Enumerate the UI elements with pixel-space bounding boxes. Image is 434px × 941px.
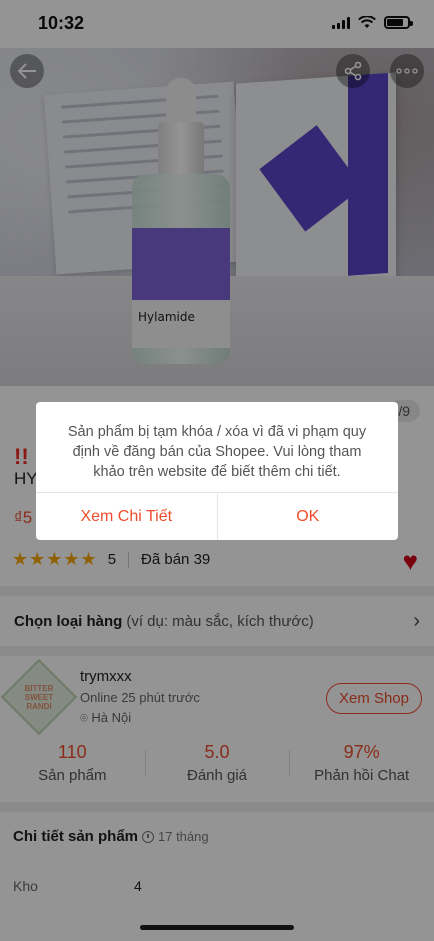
view-details-button[interactable]: Xem Chi Tiết [36, 493, 217, 540]
dialog-message: Sản phẩm bị tạm khóa / xóa vì đã vi phạm… [67, 424, 367, 480]
home-indicator[interactable] [140, 925, 294, 930]
ok-button[interactable]: OK [216, 493, 399, 540]
dialog-buttons: Xem Chi Tiết OK [36, 492, 398, 540]
locked-product-dialog: Sản phẩm bị tạm khóa / xóa vì đã vi phạm… [36, 402, 398, 540]
